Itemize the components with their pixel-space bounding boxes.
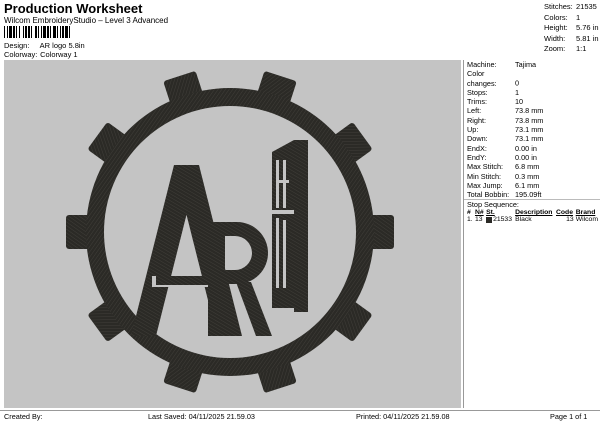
- stat-value: 6.8 mm: [515, 162, 540, 172]
- stat-value: 10: [515, 97, 524, 107]
- col-needle-header: N#: [474, 209, 484, 217]
- stat-value: 0: [515, 78, 520, 88]
- stat-label: EndY:: [467, 152, 487, 162]
- design-preview-canvas[interactable]: [4, 60, 461, 408]
- design-label: Design:: [4, 41, 30, 50]
- stat-label: Color changes:: [467, 69, 497, 88]
- stat-row: Right: 73.8 mm: [467, 116, 600, 125]
- summary-row: Height: 5.76 in: [544, 23, 600, 34]
- colorway-row: Colorway: Colorway 1: [4, 50, 78, 59]
- colorway-label: Colorway:: [4, 50, 38, 59]
- summary-value: 5.76 in: [576, 23, 599, 33]
- stat-label: Max Jump:: [467, 180, 503, 190]
- stat-label: Down:: [467, 134, 488, 144]
- footer: Created By: Last Saved: 04/11/2025 21.59…: [0, 412, 600, 424]
- summary-row: Zoom: 1:1: [544, 44, 600, 55]
- summary-value: 1: [576, 12, 581, 22]
- stat-value: 73.8 mm: [515, 115, 544, 125]
- summary-panel: Stitches: 21535 Colors: 1 Height: 5.76 in W…: [544, 2, 600, 55]
- design-value: AR logo 5.8in: [39, 41, 85, 50]
- stat-row: Max Jump: 6.1 mm: [467, 181, 600, 190]
- stat-label: Stops:: [467, 87, 488, 97]
- stat-row: Total Bobbin: 195.09ft: [467, 190, 600, 199]
- stat-label: Min Stitch:: [467, 171, 502, 181]
- stop-code: 13: [566, 216, 574, 224]
- stat-row: EndX: 0.00 in: [467, 144, 600, 153]
- page-number: Page 1 of 1: [550, 412, 588, 421]
- stat-value: 73.8 mm: [515, 106, 544, 116]
- stat-value: 0.3 mm: [515, 171, 540, 181]
- stat-row: EndY: 0.00 in: [467, 153, 600, 162]
- footer-divider: [0, 410, 600, 411]
- summary-label: Stitches:: [544, 2, 573, 11]
- stop-sequence-title: Stop Sequence:: [464, 199, 600, 209]
- summary-label: Colors:: [544, 12, 568, 22]
- col-stitches-header: St.: [486, 209, 495, 217]
- stat-row: Stops: 1: [467, 88, 600, 97]
- created-by: Created By:: [4, 412, 43, 421]
- stat-row: Color changes: 0: [467, 69, 600, 88]
- stop-stitches: 21533: [493, 216, 512, 224]
- stop-brand: Wilcom: [575, 216, 598, 224]
- stop-stitches-cell: 21533: [485, 216, 514, 223]
- stat-value: 1: [515, 87, 520, 97]
- summary-row: Width: 5.81 in: [544, 34, 600, 45]
- design-row: Design: AR logo 5.8in: [4, 41, 85, 50]
- stat-value: 6.1 mm: [515, 180, 540, 190]
- stat-label: Left:: [467, 106, 482, 116]
- col-code-header: Code: [555, 209, 573, 217]
- summary-row: Colors: 1: [544, 13, 600, 24]
- col-brand-header: Brand: [575, 209, 596, 217]
- stat-value: 73.1 mm: [515, 125, 544, 135]
- stat-label: Machine:: [467, 60, 497, 69]
- stat-row: Max Stitch: 6.8 mm: [467, 162, 600, 171]
- stat-row: Trims: 10: [467, 97, 600, 106]
- stat-row: Machine: Tajima: [467, 60, 600, 69]
- stop-sequence-header: # N# St. Description Code Brand: [466, 209, 600, 216]
- ar-gear-logo: [66, 71, 394, 393]
- summary-label: Zoom:: [544, 44, 566, 54]
- worksheet-title: Production Worksheet: [4, 1, 143, 16]
- summary-row: Stitches: 21535: [544, 2, 600, 13]
- stat-value: 0.00 in: [515, 143, 537, 153]
- stop-description: Black: [515, 216, 532, 224]
- last-saved: Last Saved: 04/11/2025 21.59.03: [148, 412, 255, 421]
- software-subtitle: Wilcom EmbroideryStudio – Level 3 Advanc…: [4, 16, 169, 25]
- barcode-image: [4, 26, 70, 38]
- stat-row: Min Stitch: 0.3 mm: [467, 172, 600, 181]
- summary-value: 21535: [576, 2, 597, 11]
- stat-label: Right:: [467, 115, 487, 125]
- stat-label: Total Bobbin:: [467, 190, 510, 200]
- stat-value: Tajima: [515, 60, 537, 69]
- machine-stats-list: Machine: Tajima Color changes: 0 Stops: 1 T…: [464, 60, 600, 199]
- summary-label: Width:: [544, 33, 566, 43]
- summary-value: 5.81 in: [576, 33, 599, 43]
- stat-row: Down: 73.1 mm: [467, 134, 600, 143]
- stat-label: Up:: [467, 125, 479, 135]
- stat-label: EndX:: [467, 143, 487, 153]
- stop-needle: 13: [474, 216, 483, 224]
- stop-index: 1.: [467, 216, 473, 224]
- stat-row: Up: 73.1 mm: [467, 125, 600, 134]
- stop-sequence-table: # N# St. Description Code Brand 1. 13 21…: [466, 209, 600, 223]
- col-description-header: Description: [515, 209, 553, 217]
- machine-info-panel: Machine: Tajima Color changes: 0 Stops: 1 T…: [463, 60, 600, 408]
- col-index-header: #: [467, 209, 471, 217]
- stat-label: Max Stitch:: [467, 162, 504, 172]
- stat-value: 73.1 mm: [515, 134, 544, 144]
- stat-label: Trims:: [467, 97, 487, 107]
- stat-value: 195.09ft: [515, 190, 542, 200]
- color-swatch-icon: [486, 216, 493, 223]
- stat-row: Left: 73.8 mm: [467, 106, 600, 115]
- summary-label: Height:: [544, 23, 568, 33]
- table-row[interactable]: 1. 13 21533 Black 13 Wilcom: [466, 216, 600, 223]
- printed-date: Printed: 04/11/2025 21.59.08: [356, 412, 450, 421]
- stat-value: 0.00 in: [515, 152, 537, 162]
- summary-value: 1:1: [576, 44, 587, 54]
- colorway-value: Colorway 1: [40, 50, 78, 59]
